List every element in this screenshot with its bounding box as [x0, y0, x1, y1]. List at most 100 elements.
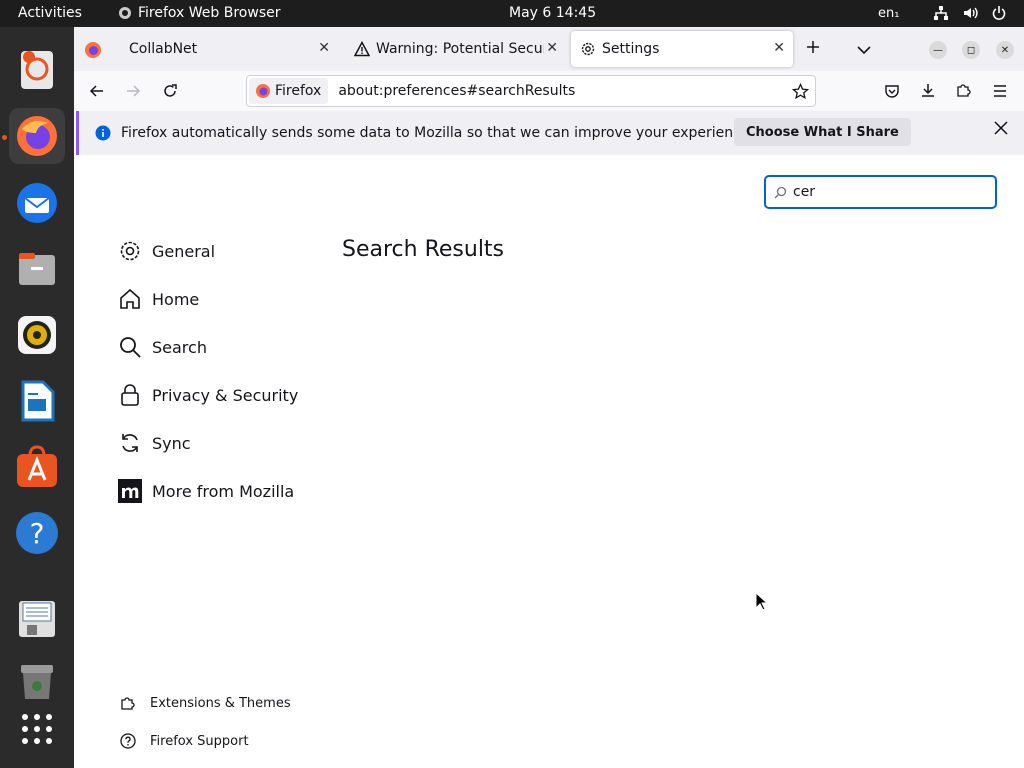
tab-close-icon[interactable]: ✕ [546, 40, 558, 56]
dock-app-center[interactable] [9, 439, 65, 495]
search-icon [120, 337, 141, 358]
power-icon [992, 6, 1006, 20]
notification-close-button[interactable] [994, 121, 1008, 139]
close-window-button[interactable]: ✕ [996, 41, 1014, 59]
save-icon [19, 601, 55, 637]
minimize-button[interactable]: — [929, 41, 947, 59]
tab-close-icon[interactable]: ✕ [318, 40, 330, 56]
ubuntu-help-icon [21, 51, 53, 89]
category-label: General [152, 241, 216, 261]
minimize-icon: — [933, 44, 943, 56]
firefox-view-icon [85, 42, 101, 58]
category-label: Home [152, 289, 200, 309]
footer-link-label: Firefox Support [150, 733, 249, 749]
pocket-button[interactable] [884, 83, 900, 103]
new-tab-button[interactable] [805, 39, 821, 59]
dock-thunderbird[interactable] [9, 175, 65, 231]
sync-icon [122, 434, 138, 452]
footer-extensions-themes[interactable]: Extensions & Themes [120, 695, 291, 711]
url-bar[interactable]: Firefox about:preferences#searchResults [246, 75, 816, 107]
choose-what-i-share-button[interactable]: Choose What I Share [734, 118, 911, 146]
lock-icon [121, 384, 139, 406]
notification-message: Firefox automatically sends some data to… [121, 125, 754, 141]
tab-security-warning[interactable]: Warning: Potential Securi ✕ [344, 31, 566, 67]
network-icon [934, 6, 948, 20]
firefox-identity-icon [256, 84, 270, 98]
dock: ? [0, 27, 74, 768]
app-menu-button[interactable] [992, 83, 1008, 102]
forward-button[interactable] [125, 83, 141, 103]
maximize-button[interactable]: ◻ [962, 41, 980, 59]
help-circle-icon [120, 733, 136, 749]
category-label: Search [152, 337, 207, 357]
tab-collabnet[interactable]: CollabNet ✕ [116, 31, 338, 67]
footer-firefox-support[interactable]: Firefox Support [120, 733, 249, 749]
clock[interactable]: May 6 14:45 [509, 5, 596, 21]
category-general[interactable]: General [118, 235, 215, 267]
pocket-icon [885, 85, 899, 98]
category-sync[interactable]: Sync [118, 427, 191, 459]
firefox-view-button[interactable] [84, 41, 102, 63]
star-icon [791, 82, 810, 100]
identity-label: Firefox [275, 83, 322, 99]
files-icon [19, 253, 55, 285]
running-indicator [2, 135, 7, 140]
dock-files[interactable] [9, 241, 65, 297]
bookmark-star-button[interactable] [791, 82, 810, 104]
tab-close-icon[interactable]: ✕ [773, 40, 785, 56]
volume-icon [964, 7, 978, 19]
rhythmbox-icon [18, 316, 56, 354]
writer-icon [21, 380, 55, 422]
category-home[interactable]: Home [118, 283, 199, 315]
url-text[interactable]: about:preferences#searchResults [338, 83, 575, 99]
dock-show-apps[interactable] [9, 701, 65, 757]
svg-text:?: ? [30, 517, 45, 550]
data-reporting-notification: Firefox automatically sends some data to… [76, 111, 1024, 155]
extensions-button[interactable] [956, 82, 972, 102]
category-privacy-security[interactable]: Privacy & Security [118, 379, 298, 411]
puzzle-icon [121, 697, 135, 710]
app-menu[interactable]: Firefox Web Browser [118, 5, 281, 21]
downloads-button[interactable] [920, 82, 936, 102]
firefox-small-icon [119, 7, 131, 19]
dock-help[interactable]: ? [9, 505, 65, 561]
help-icon: ? [16, 512, 58, 554]
system-top-bar: Activities Firefox Web Browser May 6 14:… [0, 0, 1024, 27]
settings-search-field[interactable] [764, 175, 997, 209]
activities-button[interactable]: Activities [18, 5, 82, 21]
mouse-pointer-icon [755, 592, 769, 611]
mozilla-icon [118, 479, 142, 503]
dock-help-browser[interactable] [9, 41, 65, 97]
back-button[interactable] [89, 83, 105, 103]
app-center-icon [17, 445, 57, 487]
footer-link-label: Extensions & Themes [150, 695, 291, 711]
hamburger-menu-icon [994, 85, 1006, 97]
tab-label: Settings [602, 41, 660, 57]
tab-label: Warning: Potential Securi [376, 41, 544, 57]
input-language-indicator[interactable]: en₁ [878, 6, 899, 21]
dock-writer[interactable] [9, 373, 65, 429]
tab-bar: CollabNet ✕ Warning: Potential Securi ✕ … [74, 27, 1024, 71]
reload-icon [164, 84, 177, 97]
plus-icon [807, 41, 819, 53]
dock-save-disk[interactable] [9, 591, 65, 647]
category-label: More from Mozilla [152, 481, 295, 501]
gear-icon [120, 241, 140, 261]
forward-arrow-icon [127, 85, 141, 97]
identity-box[interactable]: Firefox [249, 78, 329, 104]
category-search[interactable]: Search [118, 331, 207, 363]
system-tray[interactable] [933, 5, 1007, 21]
app-name-label: Firefox Web Browser [138, 5, 281, 21]
list-all-tabs-button[interactable] [856, 41, 872, 60]
tab-settings[interactable]: Settings ✕ [571, 31, 793, 67]
tab-label: CollabNet [129, 41, 198, 57]
dock-rhythmbox[interactable] [9, 307, 65, 363]
close-icon [994, 121, 1008, 135]
category-more-from-mozilla[interactable]: More from Mozilla [118, 475, 294, 507]
navigation-toolbar: Firefox about:preferences#searchResults [74, 71, 1024, 111]
home-icon [120, 288, 140, 309]
reload-button[interactable] [162, 83, 178, 103]
settings-page: General Home Search Privacy & Security S… [74, 155, 1024, 768]
settings-search-input[interactable] [793, 184, 973, 200]
dock-firefox[interactable] [9, 108, 65, 164]
